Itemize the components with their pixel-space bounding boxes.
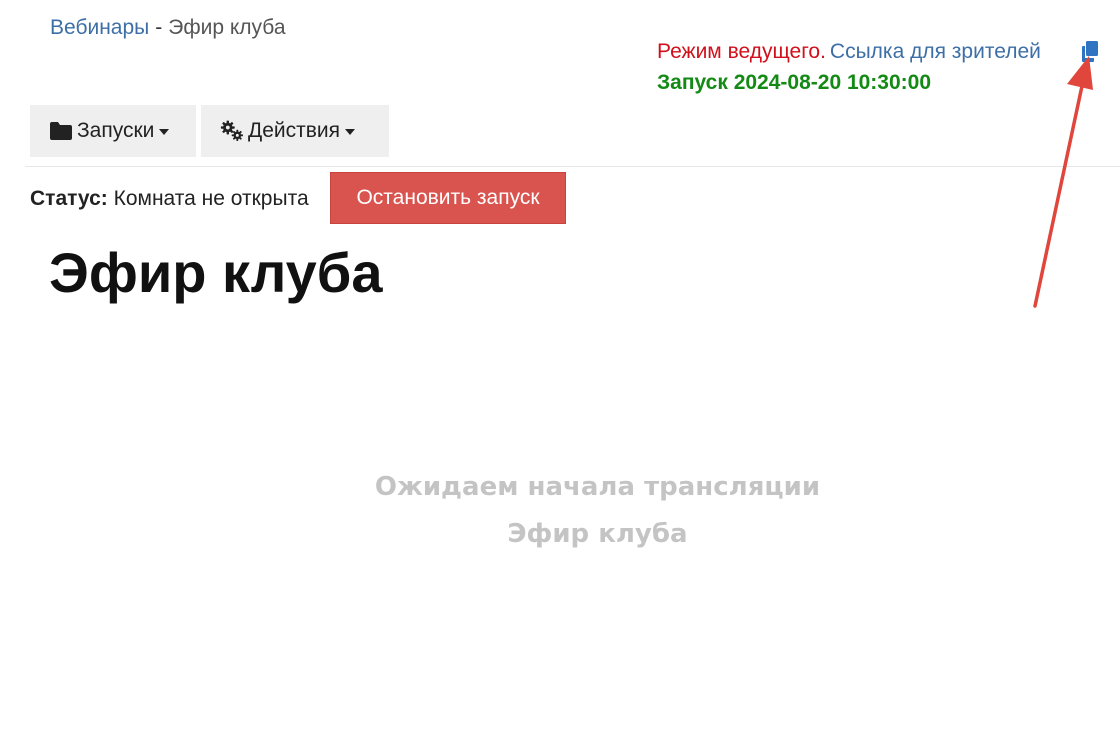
viewers-link[interactable]: Ссылка для зрителей [830,40,1041,63]
launch-time: Запуск 2024-08-20 10:30:00 [657,71,932,94]
toolbar-divider [25,166,1120,167]
breadcrumb-link-webinars[interactable]: Вебинары [50,16,149,39]
waiting-room-name: Эфир клуба [507,519,688,549]
status-value: Комната не открыта [113,187,309,210]
host-info: Режим ведущего. Ссылка для зрителей [657,38,1041,66]
chevron-down-icon [345,129,356,135]
breadcrumb: Вебинары - Эфир клуба [50,14,286,42]
copy-icon[interactable] [1079,40,1101,64]
gears-icon [220,120,243,141]
chevron-down-icon [159,129,170,135]
launches-label: Запуски [77,119,155,142]
host-mode-label: Режим ведущего. [657,40,826,63]
status-row: Статус: Комната не открыта [30,185,309,213]
page-title: Эфир клуба [49,241,383,304]
webinar-page: Вебинары - Эфир клуба Режим ведущего. Ссылк… [0,0,1120,749]
folder-icon [50,122,72,140]
stop-launch-button[interactable]: Остановить запуск [330,172,566,224]
launches-dropdown-button[interactable]: Запуски [30,105,196,157]
actions-dropdown-button[interactable]: Действия [201,105,389,157]
actions-label: Действия [248,119,341,142]
status-label: Статус: [30,187,108,210]
waiting-message: Ожидаем начала трансляции [374,472,821,502]
breadcrumb-separator: - [155,16,163,39]
breadcrumb-current: Эфир клуба [168,16,286,39]
